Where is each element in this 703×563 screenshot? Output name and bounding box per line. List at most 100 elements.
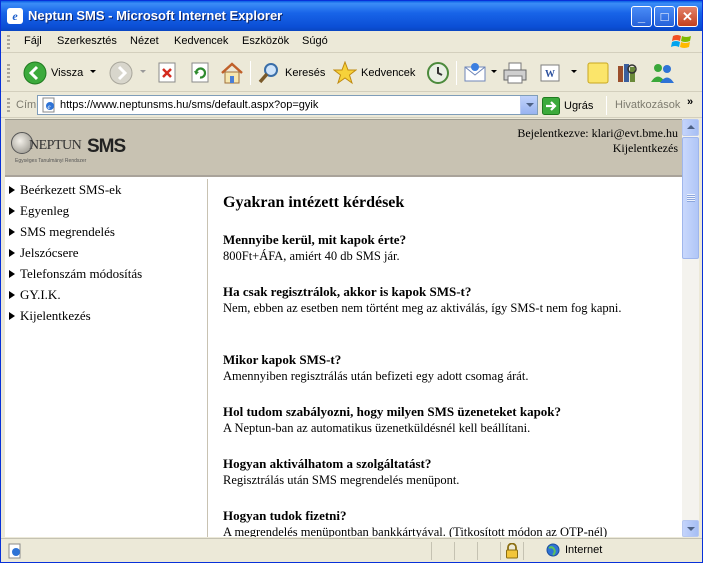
login-info: Bejelentkezve: klari@evt.bme.hu Kijelent…	[517, 126, 678, 156]
toolbar-separator	[250, 61, 251, 85]
menu-tools[interactable]: Eszközök	[242, 35, 289, 47]
minimize-button[interactable]: _	[631, 6, 652, 27]
scroll-down-button[interactable]	[682, 520, 699, 537]
triangle-right-icon	[9, 228, 15, 236]
login-status: Bejelentkezve: klari@evt.bme.hu	[517, 126, 678, 140]
address-input[interactable]: e https://www.neptunsms.hu/sms/default.a…	[37, 95, 538, 115]
vertical-scrollbar[interactable]	[682, 119, 699, 537]
stop-icon	[158, 62, 176, 83]
sidebar-item-faq[interactable]: GY.I.K.	[9, 287, 61, 303]
back-label: Vissza	[51, 67, 84, 79]
security-cell[interactable]	[500, 542, 522, 560]
mail-button[interactable]	[463, 60, 489, 86]
chevron-right-icon[interactable]: »	[687, 96, 693, 108]
discuss-button[interactable]	[586, 60, 610, 86]
faq-answer: Nem, ebben az esetben nem történt meg az…	[223, 301, 622, 315]
logo-neptun-text: NEPTUN	[29, 138, 82, 153]
standard-toolbar: Vissza Keresés Kedvencek W	[1, 54, 702, 92]
faq-item: Mennyibe kerül, mit kapok érte? 800Ft+ÁF…	[223, 232, 663, 264]
scroll-thumb[interactable]	[682, 137, 699, 259]
toolbar-grip[interactable]	[7, 64, 10, 82]
neptun-sms-logo[interactable]: NEPTUN SMS Egységes Tanulmányi Rendszer	[11, 132, 131, 168]
triangle-right-icon	[9, 186, 15, 194]
triangle-right-icon	[9, 312, 15, 320]
back-button[interactable]: Vissza	[23, 60, 83, 86]
minimize-icon: _	[637, 9, 646, 24]
scroll-up-button[interactable]	[682, 119, 699, 136]
close-button[interactable]: ✕	[677, 6, 698, 27]
mail-dropdown-icon[interactable]	[491, 70, 497, 73]
menu-help[interactable]: Súgó	[302, 35, 328, 47]
menu-file[interactable]: Fájl	[24, 35, 42, 47]
messenger-button[interactable]	[649, 60, 675, 86]
edit-dropdown-icon[interactable]	[571, 70, 577, 73]
triangle-right-icon	[9, 270, 15, 278]
home-button[interactable]	[219, 60, 245, 86]
sidebar-item-password-change[interactable]: Jelszócsere	[9, 245, 78, 261]
refresh-button[interactable]	[190, 60, 212, 86]
menu-edit[interactable]: Szerkesztés	[57, 35, 117, 47]
favorites-star-icon	[333, 61, 357, 85]
window-title: Neptun SMS - Microsoft Internet Explorer	[28, 8, 283, 23]
edit-button[interactable]: W	[539, 60, 561, 86]
toolbar-grip[interactable]	[7, 98, 10, 112]
menu-favorites[interactable]: Kedvencek	[174, 35, 228, 47]
sidebar-item-label: GY.I.K.	[20, 287, 61, 302]
address-dropdown-button[interactable]	[520, 96, 537, 114]
sticky-note-icon	[587, 62, 609, 84]
faq-question: Hogyan aktiválhatom a szolgáltatást?	[223, 456, 432, 471]
title-bar[interactable]: e Neptun SMS - Microsoft Internet Explor…	[1, 1, 702, 31]
faq-question: Mennyibe kerül, mit kapok érte?	[223, 232, 407, 247]
faq-item: Hogyan tudok fizetni? A megrendelés menü…	[223, 508, 682, 537]
printer-icon	[503, 62, 527, 84]
faq-item: Hol tudom szabályozni, hogy milyen SMS ü…	[223, 404, 663, 436]
address-url: https://www.neptunsms.hu/sms/default.asp…	[60, 99, 319, 111]
sidebar-item-received-sms[interactable]: Beérkezett SMS-ek	[9, 182, 121, 198]
menu-view[interactable]: Nézet	[130, 35, 159, 47]
history-button[interactable]	[426, 60, 450, 86]
go-label: Ugrás	[564, 99, 594, 112]
sidebar-item-sms-order[interactable]: SMS megrendelés	[9, 224, 115, 240]
faq-question: Hogyan tudok fizetni?	[223, 508, 347, 523]
forward-button[interactable]	[109, 60, 133, 86]
go-button[interactable]: Ugrás	[542, 96, 593, 115]
faq-answer: A megrendelés menüpontban bankkártyával.…	[223, 525, 608, 537]
sidebar-item-phone-change[interactable]: Telefonszám módosítás	[9, 266, 142, 282]
page-status-icon	[8, 543, 21, 559]
print-button[interactable]	[502, 60, 528, 86]
triangle-right-icon	[9, 207, 15, 215]
ie-icon: e	[7, 8, 23, 24]
research-button[interactable]	[615, 60, 639, 86]
search-label: Keresés	[285, 67, 326, 79]
logo-sms-text: SMS	[87, 136, 126, 157]
sidebar-item-label: SMS megrendelés	[20, 224, 115, 239]
forward-arrow-icon	[109, 61, 133, 85]
maximize-button[interactable]: □	[654, 6, 675, 27]
logo-tagline: Egységes Tanulmányi Rendszer	[15, 158, 87, 164]
sidebar-item-logout[interactable]: Kijelentkezés	[9, 308, 91, 324]
sidebar-item-label: Beérkezett SMS-ek	[20, 182, 122, 197]
history-icon	[427, 62, 449, 84]
maximize-icon: □	[660, 9, 669, 24]
faq-question: Ha csak regisztrálok, akkor is kapok SMS…	[223, 284, 472, 299]
toolbar-grip[interactable]	[7, 35, 10, 49]
page-icon: e	[42, 97, 55, 113]
faq-item: Hogyan aktiválhatom a szolgáltatást? Reg…	[223, 456, 663, 488]
faq-answer: Amennyiben regisztrálás után befizeti eg…	[223, 369, 529, 383]
menu-bar: Fájl Szerkesztés Nézet Kedvencek Eszközö…	[1, 31, 702, 53]
back-dropdown-icon[interactable]	[90, 70, 96, 73]
close-icon: ✕	[682, 9, 693, 24]
stop-button[interactable]	[157, 60, 179, 86]
sidebar-item-label: Kijelentkezés	[20, 308, 91, 323]
faq-item: Mikor kapok SMS-t? Amennyiben regisztrál…	[223, 352, 663, 384]
links-label[interactable]: Hivatkozások	[615, 99, 680, 111]
favorites-button[interactable]: Kedvencek	[333, 60, 415, 86]
page-title: Gyakran intézett kérdések	[223, 194, 405, 211]
search-button[interactable]: Keresés	[257, 60, 325, 86]
sidebar-item-balance[interactable]: Egyenleg	[9, 203, 69, 219]
triangle-right-icon	[9, 291, 15, 299]
forward-dropdown-icon[interactable]	[140, 70, 146, 73]
header-logout-link[interactable]: Kijelentkezés	[517, 141, 678, 156]
lock-icon	[506, 543, 518, 559]
sidebar-item-label: Egyenleg	[20, 203, 70, 218]
